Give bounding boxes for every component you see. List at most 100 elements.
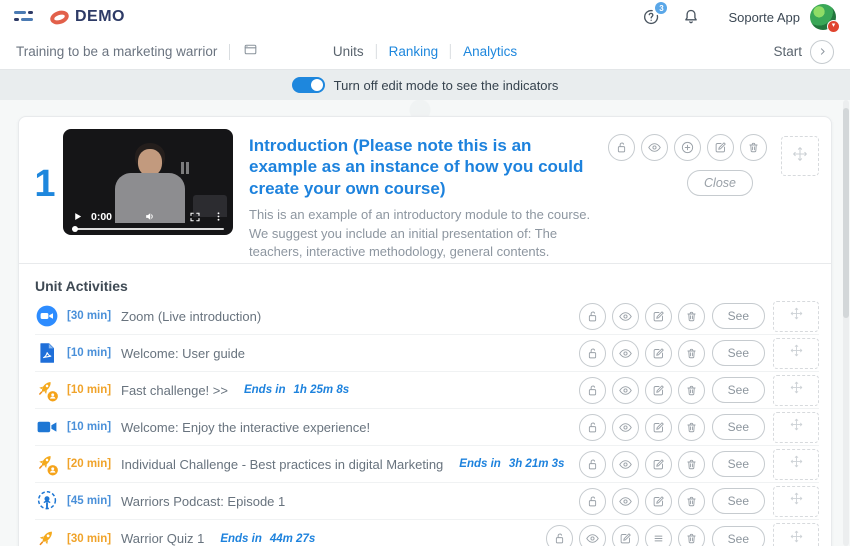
see-button[interactable]: See — [711, 414, 765, 440]
see-button[interactable]: See — [711, 377, 765, 403]
activity-row: [10 min] Fast challenge! >> Ends in 1h 25… — [35, 372, 819, 409]
unlock-button[interactable] — [578, 450, 606, 478]
unlock-button[interactable] — [608, 134, 635, 161]
see-button[interactable]: See — [711, 303, 765, 329]
move-icon — [791, 145, 809, 168]
rocket-user-icon — [35, 378, 59, 402]
avatar-alert-badge: ▾ — [827, 20, 840, 33]
list-button[interactable] — [644, 525, 672, 546]
edit-button[interactable] — [644, 487, 672, 515]
eye-button[interactable] — [611, 376, 639, 404]
rocket-icon — [35, 527, 59, 546]
unlock-button[interactable] — [545, 525, 573, 546]
trash-button[interactable] — [677, 339, 705, 367]
eye-button[interactable] — [611, 450, 639, 478]
activity-actions — [578, 413, 705, 441]
window-icon[interactable] — [242, 41, 259, 63]
volume-icon[interactable] — [144, 210, 157, 223]
move-icon — [789, 491, 804, 511]
add-button[interactable] — [674, 134, 701, 161]
edit-button[interactable] — [644, 302, 672, 330]
logo-text: DEMO — [75, 8, 125, 25]
close-button[interactable]: Close — [687, 170, 753, 196]
logo-ring-icon — [48, 7, 71, 27]
see-button[interactable]: See — [711, 525, 765, 546]
video-progress-bar[interactable] — [72, 226, 224, 232]
trash-button[interactable] — [677, 376, 705, 404]
edit-button[interactable] — [644, 450, 672, 478]
activity-drag-handle[interactable] — [773, 485, 819, 517]
user-avatar[interactable]: ▾ — [810, 4, 840, 33]
fullscreen-icon[interactable] — [189, 211, 201, 223]
separator — [229, 43, 231, 60]
trash-button[interactable] — [677, 450, 705, 478]
move-icon — [789, 306, 804, 326]
edit-button[interactable] — [611, 525, 639, 546]
move-icon — [789, 529, 804, 546]
start-label: Start — [773, 44, 802, 59]
help-button[interactable]: 3 — [640, 2, 668, 28]
trash-button[interactable] — [677, 487, 705, 515]
edit-button[interactable] — [644, 376, 672, 404]
see-button[interactable]: See — [711, 451, 765, 477]
course-toolbar: Training to be a marketing warrior Units… — [0, 34, 850, 70]
eye-button[interactable] — [578, 525, 606, 546]
trash-button[interactable] — [677, 525, 705, 546]
activity-drag-handle[interactable] — [773, 300, 819, 332]
video-player[interactable]: 0:00 — [63, 129, 233, 235]
edit-button[interactable] — [644, 339, 672, 367]
rocket-user-icon — [35, 452, 59, 476]
activity-drag-handle[interactable] — [773, 448, 819, 480]
tab-units[interactable]: Units — [333, 44, 364, 59]
start-button[interactable] — [810, 39, 834, 64]
unit-description: This is an example of an introductory mo… — [249, 206, 591, 260]
unlock-button[interactable] — [578, 487, 606, 515]
unlock-button[interactable] — [578, 302, 606, 330]
activity-title: Warrior Quiz 1 — [121, 531, 205, 546]
activity-duration: [20 min] — [67, 458, 112, 470]
activity-title: Individual Challenge - Best practices in… — [121, 456, 444, 472]
eye-button[interactable] — [611, 487, 639, 515]
activity-row: [10 min] Welcome: User guide See — [35, 335, 819, 372]
activity-drag-handle[interactable] — [773, 374, 819, 406]
trash-button[interactable] — [677, 413, 705, 441]
activity-drag-handle[interactable] — [773, 411, 819, 443]
activities-list: [30 min] Zoom (Live introduction) See [1… — [35, 298, 819, 546]
eye-button[interactable] — [611, 302, 639, 330]
unit-actions: Close — [608, 129, 767, 263]
tab-ranking[interactable]: Ranking — [389, 44, 439, 59]
unlock-button[interactable] — [578, 413, 606, 441]
edit-button[interactable] — [644, 413, 672, 441]
activity-row: [10 min] Welcome: Enjoy the interactive … — [35, 409, 819, 446]
menu-toggle-icon[interactable] — [14, 10, 34, 24]
eye-button[interactable] — [641, 134, 668, 161]
activity-drag-handle[interactable] — [773, 523, 819, 546]
play-icon[interactable] — [72, 211, 83, 222]
edit-button[interactable] — [707, 134, 734, 161]
activity-drag-handle[interactable] — [773, 337, 819, 369]
activity-countdown: Ends in 3h 21m 3s — [459, 458, 565, 470]
activity-duration: [30 min] — [67, 310, 112, 322]
app-logo[interactable]: DEMO — [48, 7, 125, 27]
notifications-bell-icon[interactable] — [680, 6, 702, 28]
unit-drag-handle[interactable] — [781, 136, 819, 176]
eye-button[interactable] — [611, 413, 639, 441]
trash-button[interactable] — [740, 134, 767, 161]
video-menu-icon[interactable] — [213, 211, 224, 222]
move-icon — [789, 380, 804, 400]
user-name[interactable]: Soporte App — [728, 10, 800, 25]
activities-heading: Unit Activities — [35, 278, 128, 294]
activity-title: Fast challenge! >> — [121, 382, 228, 398]
see-button[interactable]: See — [711, 340, 765, 366]
unlock-button[interactable] — [578, 376, 606, 404]
unit-header: 1 0:00 Introduction (Please note this is… — [19, 117, 831, 263]
trash-button[interactable] — [677, 302, 705, 330]
unit-number: 1 — [34, 163, 56, 205]
see-button[interactable]: See — [711, 488, 765, 514]
page-scrollbar[interactable] — [843, 100, 849, 546]
activity-duration: [10 min] — [67, 347, 112, 359]
eye-button[interactable] — [611, 339, 639, 367]
tab-analytics[interactable]: Analytics — [463, 44, 517, 59]
edit-mode-toggle[interactable] — [291, 77, 325, 93]
unlock-button[interactable] — [578, 339, 606, 367]
